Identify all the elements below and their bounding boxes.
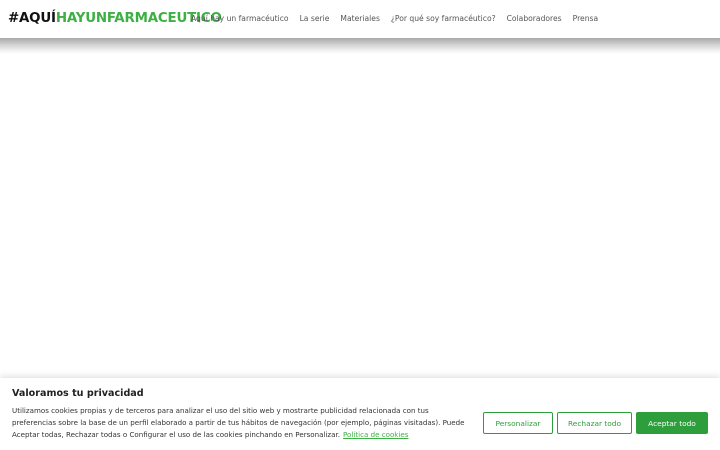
cookie-banner: Valoramos tu privacidad Utilizamos cooki…	[0, 378, 720, 450]
nav-item-por-que-soy-farmaceutico[interactable]: ¿Por qué soy farmacéutico?	[391, 12, 496, 26]
site-logo[interactable]: #AQUÍHAYUNFARMACEUTICO	[8, 9, 222, 29]
cookie-text: Utilizamos cookies propias y de terceros…	[12, 405, 472, 441]
main-nav: Aquí hay un farmacéutico La serie Materi…	[191, 12, 598, 26]
accept-all-button[interactable]: Aceptar todo	[636, 412, 708, 434]
logo-prefix: #AQUÍ	[8, 11, 56, 26]
header-shadow	[0, 38, 720, 54]
cookie-policy-link[interactable]: Política de cookies	[343, 430, 408, 439]
nav-item-prensa[interactable]: Prensa	[573, 12, 599, 26]
nav-item-la-serie[interactable]: La serie	[300, 12, 330, 26]
customize-button[interactable]: Personalizar	[483, 412, 553, 434]
cookie-title: Valoramos tu privacidad	[12, 388, 144, 399]
reject-all-button[interactable]: Rechazar todo	[557, 412, 632, 434]
nav-item-materiales[interactable]: Materiales	[340, 12, 379, 26]
main-content	[0, 54, 720, 378]
site-header: #AQUÍHAYUNFARMACEUTICO Aquí hay un farma…	[0, 0, 720, 38]
nav-item-aqui-hay-un-farmaceutico[interactable]: Aquí hay un farmacéutico	[191, 12, 289, 26]
nav-item-colaboradores[interactable]: Colaboradores	[507, 12, 562, 26]
